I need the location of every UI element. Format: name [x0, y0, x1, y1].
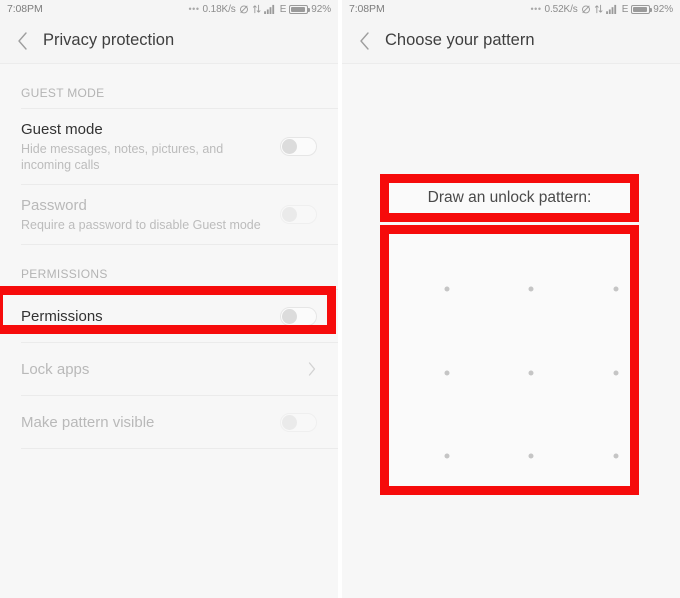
data-transfer-icon: [252, 4, 261, 14]
app-bar: Privacy protection: [0, 18, 338, 64]
screenshot-pair: 7:08PM ••• 0.18K/s E 92% Privacy protect…: [0, 0, 680, 598]
make-pattern-visible-toggle[interactable]: [280, 412, 317, 432]
guest-mode-toggle[interactable]: [280, 137, 317, 156]
page-title: Choose your pattern: [385, 31, 535, 49]
status-bar: 7:08PM ••• 0.18K/s E 92%: [0, 0, 338, 18]
pattern-instruction-label: Draw an unlock pattern:: [427, 189, 592, 206]
page-title: Privacy protection: [43, 31, 175, 49]
status-bar-indicators: ••• 0.52K/s E 92%: [530, 3, 674, 15]
list-item-password[interactable]: Password Require a password to disable G…: [0, 185, 338, 244]
list-item-label: Lock apps: [21, 360, 90, 378]
pattern-dot[interactable]: [528, 370, 534, 376]
list-item-make-pattern-visible[interactable]: Make pattern visible: [0, 396, 338, 448]
network-speed-label: 0.52K/s: [544, 3, 578, 15]
pattern-dot[interactable]: [528, 453, 534, 459]
pattern-screen-body: Draw an unlock pattern:: [342, 64, 680, 598]
right-phone-screen: 7:08PM ••• 0.52K/s E 92% Choose your pat…: [342, 0, 680, 598]
annotation-highlight-caption: Draw an unlock pattern:: [380, 174, 639, 222]
list-item-label: Password: [21, 197, 87, 214]
list-item-subtitle: Hide messages, notes, pictures, and inco…: [21, 142, 224, 172]
alarm-off-icon: [581, 4, 591, 14]
row-text: Lock apps: [21, 349, 297, 390]
battery-icon: [289, 4, 311, 14]
app-bar: Choose your pattern: [342, 18, 680, 64]
list-item-label: Make pattern visible: [21, 413, 155, 431]
row-text: Password Require a password to disable G…: [21, 185, 270, 244]
pattern-dot[interactable]: [444, 286, 450, 292]
status-bar-time: 7:08PM: [349, 3, 385, 15]
list-item-subtitle: Require a password to disable Guest mode: [21, 218, 261, 232]
row-text: Guest mode Hide messages, notes, picture…: [21, 109, 270, 184]
pattern-dot[interactable]: [613, 453, 619, 459]
network-type-label: E: [621, 3, 629, 15]
status-bar: 7:08PM ••• 0.52K/s E 92%: [342, 0, 680, 18]
pattern-dot[interactable]: [528, 286, 534, 292]
more-indicators-icon: •••: [188, 4, 200, 14]
pattern-grid[interactable]: [389, 234, 630, 486]
list-item-label: Guest mode: [21, 121, 103, 138]
left-phone-screen: 7:08PM ••• 0.18K/s E 92% Privacy protect…: [0, 0, 338, 598]
list-item-label: Permissions: [21, 307, 103, 325]
pattern-dot[interactable]: [613, 286, 619, 292]
divider: [21, 448, 338, 449]
status-bar-indicators: ••• 0.18K/s E 92%: [188, 3, 332, 15]
network-speed-label: 0.18K/s: [202, 3, 236, 15]
battery-percent-label: 92%: [311, 3, 331, 15]
list-item-permissions[interactable]: Permissions: [0, 290, 338, 342]
section-header-guest-mode: GUEST MODE: [21, 86, 105, 100]
section-header-permissions: PERMISSIONS: [21, 267, 108, 281]
network-type-label: E: [279, 3, 287, 15]
annotation-highlight-pattern-grid: [380, 225, 639, 495]
battery-icon: [631, 4, 653, 14]
pattern-dot[interactable]: [444, 370, 450, 376]
data-transfer-icon: [594, 4, 603, 14]
back-chevron-icon[interactable]: [355, 31, 373, 50]
alarm-off-icon: [239, 4, 249, 14]
chevron-right-icon: [307, 361, 317, 377]
back-chevron-icon[interactable]: [13, 31, 31, 50]
pattern-dot[interactable]: [613, 370, 619, 376]
row-text: Make pattern visible: [21, 402, 270, 443]
list-item-guest-mode[interactable]: Guest mode Hide messages, notes, picture…: [0, 109, 338, 184]
list-item-lock-apps[interactable]: Lock apps: [0, 343, 338, 395]
more-indicators-icon: •••: [530, 4, 542, 14]
battery-percent-label: 92%: [653, 3, 673, 15]
password-toggle[interactable]: [280, 205, 317, 224]
permissions-toggle[interactable]: [280, 306, 317, 326]
signal-bars-icon: [263, 4, 277, 14]
status-bar-time: 7:08PM: [7, 3, 43, 15]
settings-list: GUEST MODE Guest mode Hide messages, not…: [0, 64, 338, 449]
pattern-dot[interactable]: [444, 453, 450, 459]
signal-bars-icon: [605, 4, 619, 14]
row-text: Permissions: [21, 296, 270, 337]
